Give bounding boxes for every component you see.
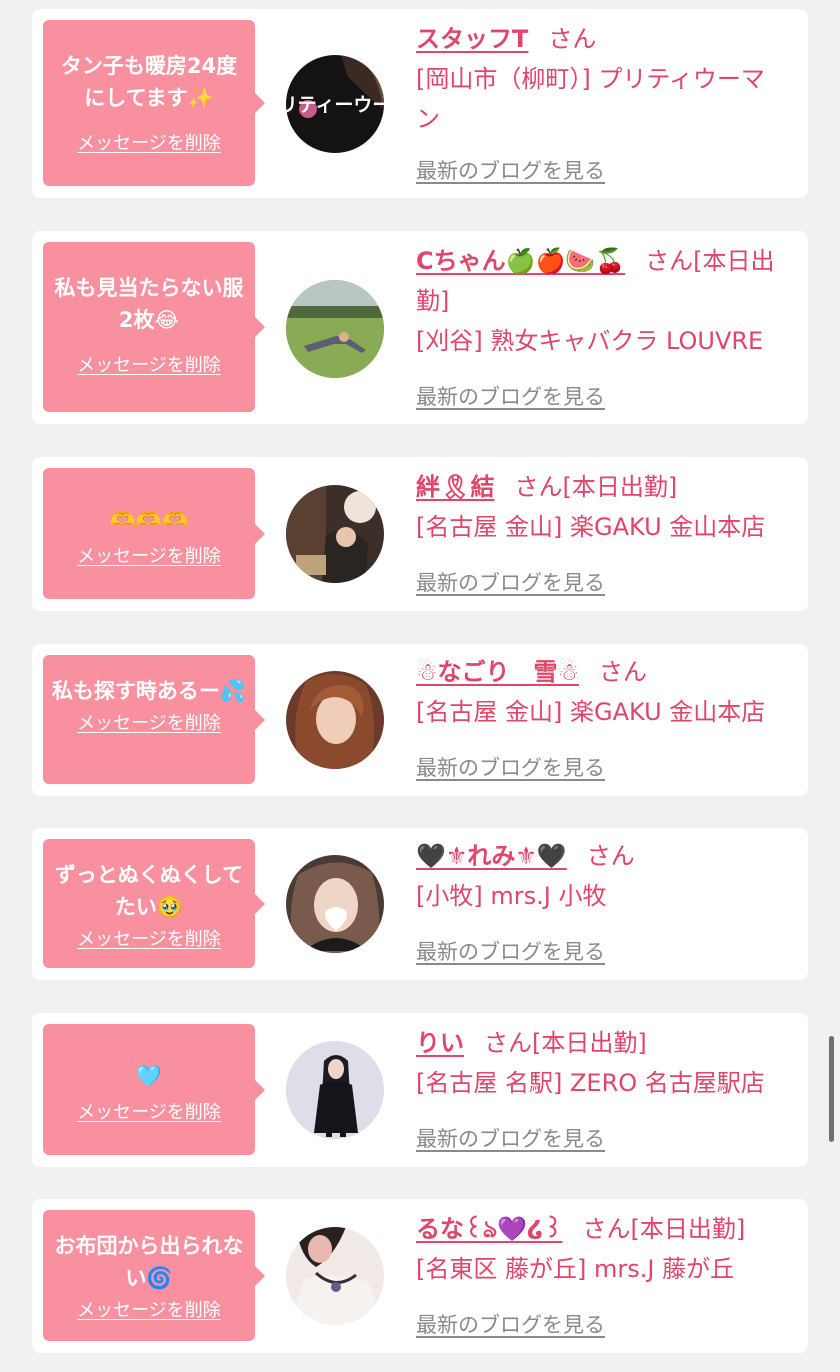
user-info: りい さん[本日出勤] [名古屋 名駅] ZERO 名古屋駅店 最新のブログを見る	[416, 1023, 788, 1159]
photo-avatar	[286, 280, 384, 378]
message-text: 私も見当たらない服2枚😂	[54, 276, 244, 332]
shop-name: [名東区 藤が丘] mrs.J 藤が丘	[416, 1255, 735, 1283]
avatar[interactable]	[286, 671, 384, 769]
delete-message-link[interactable]: メッセージを削除	[77, 1296, 221, 1322]
message-text: 🫶🫶🫶	[109, 508, 189, 532]
user-name-link[interactable]: りい	[416, 1029, 464, 1057]
honorific-status: さん[本日出勤]	[582, 1215, 746, 1243]
user-info: Cちゃん🍏🍎🍉🍒 さん[本日出勤] [刈谷] 熟女キャバクラ LOUVRE 最新の…	[416, 241, 788, 416]
message-text: ずっとぬくぬくしてたい🥹	[54, 863, 244, 919]
message-card: お布団から出られない🌀 メッセージを削除 るな꒰ঌ💜໒꒱ さん[本日出勤] [名東…	[32, 1199, 808, 1353]
message-card: 🩵 メッセージを削除 りい さん[本日出勤] [名古屋 名駅] ZERO 名古屋駅…	[32, 1013, 808, 1167]
honorific-status: さん[本日出勤]	[484, 1029, 647, 1057]
honorific-status: さん[本日出勤]	[514, 473, 678, 501]
user-info: 🖤⚜れみ⚜🖤 さん [小牧] mrs.J 小牧 最新のブログを見る	[416, 836, 788, 972]
latest-blog-link[interactable]: 最新のブログを見る	[416, 567, 605, 597]
message-card: タン子も暖房24度にしてます✨ メッセージを削除 プリティーウーマ スタッフT さ…	[32, 9, 808, 198]
delete-message-link[interactable]: メッセージを削除	[77, 1098, 221, 1124]
shop-name: [名古屋 名駅] ZERO 名古屋駅店	[416, 1069, 765, 1097]
message-text: 🩵	[135, 1064, 163, 1088]
avatar[interactable]	[286, 1227, 384, 1325]
latest-blog-link[interactable]: 最新のブログを見る	[416, 381, 605, 411]
shop-name: [岡山市（柳町）] プリティウーマン	[416, 65, 765, 133]
user-name-link[interactable]: 🖤⚜れみ⚜🖤	[416, 842, 567, 870]
name-line: スタッフT さん	[416, 19, 788, 59]
user-name-link[interactable]: スタッフT	[416, 25, 528, 53]
shop-name: [小牧] mrs.J 小牧	[416, 882, 607, 910]
latest-blog-link[interactable]: 最新のブログを見る	[416, 1123, 605, 1153]
user-name-link[interactable]: 絆🎗結	[416, 473, 494, 501]
message-card: ずっとぬくぬくしてたい🥹 メッセージを削除 🖤⚜れみ⚜🖤 さん [小牧] mrs.…	[32, 828, 808, 980]
delete-message-link[interactable]: メッセージを削除	[77, 709, 221, 735]
avatar[interactable]	[286, 1041, 384, 1139]
user-name-link[interactable]: るな꒰ঌ💜໒꒱	[416, 1215, 562, 1243]
message-text: 私も探す時あるー💦	[51, 679, 247, 703]
name-line: 🖤⚜れみ⚜🖤 さん	[416, 836, 788, 876]
delete-message-link[interactable]: メッセージを削除	[77, 129, 221, 155]
avatar-logo-text: プリティーウーマ	[286, 93, 384, 116]
name-line: りい さん[本日出勤]	[416, 1023, 788, 1063]
avatar[interactable]	[286, 485, 384, 583]
message-card: 🫶🫶🫶 メッセージを削除 絆🎗結 さん[本日出勤] [名古屋 金山] 楽GAKU …	[32, 457, 808, 611]
message-bubble: お布団から出られない🌀 メッセージを削除	[43, 1210, 265, 1341]
photo-avatar	[286, 1041, 384, 1139]
shop-name: [名古屋 金山] 楽GAKU 金山本店	[416, 513, 766, 541]
name-line: ☃なごり 雪☃ さん	[416, 652, 788, 692]
message-text: お布団から出られない🌀	[54, 1234, 244, 1290]
user-name-link[interactable]: Cちゃん🍏🍎🍉🍒	[416, 247, 625, 275]
user-info: るな꒰ঌ💜໒꒱ さん[本日出勤] [名東区 藤が丘] mrs.J 藤が丘 最新のブ…	[416, 1209, 788, 1345]
shop-name: [刈谷] 熟女キャバクラ LOUVRE	[416, 327, 764, 355]
avatar[interactable]	[286, 280, 384, 378]
vertical-scrollbar[interactable]	[829, 1036, 834, 1142]
name-line: 絆🎗結 さん[本日出勤]	[416, 467, 788, 507]
user-info: スタッフT さん [岡山市（柳町）] プリティウーマン 最新のブログを見る	[416, 19, 788, 189]
message-bubble: ずっとぬくぬくしてたい🥹 メッセージを削除	[43, 839, 265, 968]
message-bubble: 🩵 メッセージを削除	[43, 1024, 265, 1155]
user-info: 絆🎗結 さん[本日出勤] [名古屋 金山] 楽GAKU 金山本店 最新のブログを見…	[416, 467, 788, 603]
avatar[interactable]	[286, 855, 384, 953]
honorific-status: さん	[548, 25, 597, 53]
latest-blog-link[interactable]: 最新のブログを見る	[416, 752, 605, 782]
delete-message-link[interactable]: メッセージを削除	[77, 925, 221, 951]
message-bubble: 私も探す時あるー💦 メッセージを削除	[43, 655, 265, 784]
delete-message-link[interactable]: メッセージを削除	[77, 542, 221, 568]
message-bubble: 🫶🫶🫶 メッセージを削除	[43, 468, 265, 599]
photo-avatar	[286, 485, 384, 583]
user-name-link[interactable]: ☃なごり 雪☃	[416, 658, 579, 686]
latest-blog-link[interactable]: 最新のブログを見る	[416, 155, 605, 185]
user-info: ☃なごり 雪☃ さん [名古屋 金山] 楽GAKU 金山本店 最新のブログを見る	[416, 652, 788, 788]
message-bubble: タン子も暖房24度にしてます✨ メッセージを削除	[43, 20, 265, 186]
photo-avatar	[286, 671, 384, 769]
message-bubble: 私も見当たらない服2枚😂 メッセージを削除	[43, 242, 265, 412]
honorific-status: さん	[586, 842, 635, 870]
latest-blog-link[interactable]: 最新のブログを見る	[416, 936, 605, 966]
latest-blog-link[interactable]: 最新のブログを見る	[416, 1309, 605, 1339]
delete-message-link[interactable]: メッセージを削除	[77, 351, 221, 377]
name-line: Cちゃん🍏🍎🍉🍒 さん[本日出勤]	[416, 241, 788, 321]
photo-avatar	[286, 855, 384, 953]
message-card: 私も探す時あるー💦 メッセージを削除 ☃なごり 雪☃ さん [名古屋 金山] 楽G…	[32, 644, 808, 796]
photo-avatar	[286, 1227, 384, 1325]
shop-logo-avatar: プリティーウーマ	[286, 55, 384, 153]
avatar[interactable]: プリティーウーマ	[286, 55, 384, 153]
shop-name: [名古屋 金山] 楽GAKU 金山本店	[416, 698, 766, 726]
honorific-status: さん	[599, 658, 648, 686]
name-line: るな꒰ঌ💜໒꒱ さん[本日出勤]	[416, 1209, 788, 1249]
message-feed: タン子も暖房24度にしてます✨ メッセージを削除 プリティーウーマ スタッフT さ…	[0, 0, 840, 1372]
message-text: タン子も暖房24度にしてます✨	[60, 54, 238, 110]
message-card: 私も見当たらない服2枚😂 メッセージを削除 Cちゃん🍏🍎🍉🍒 さん[本日出勤] […	[32, 231, 808, 424]
